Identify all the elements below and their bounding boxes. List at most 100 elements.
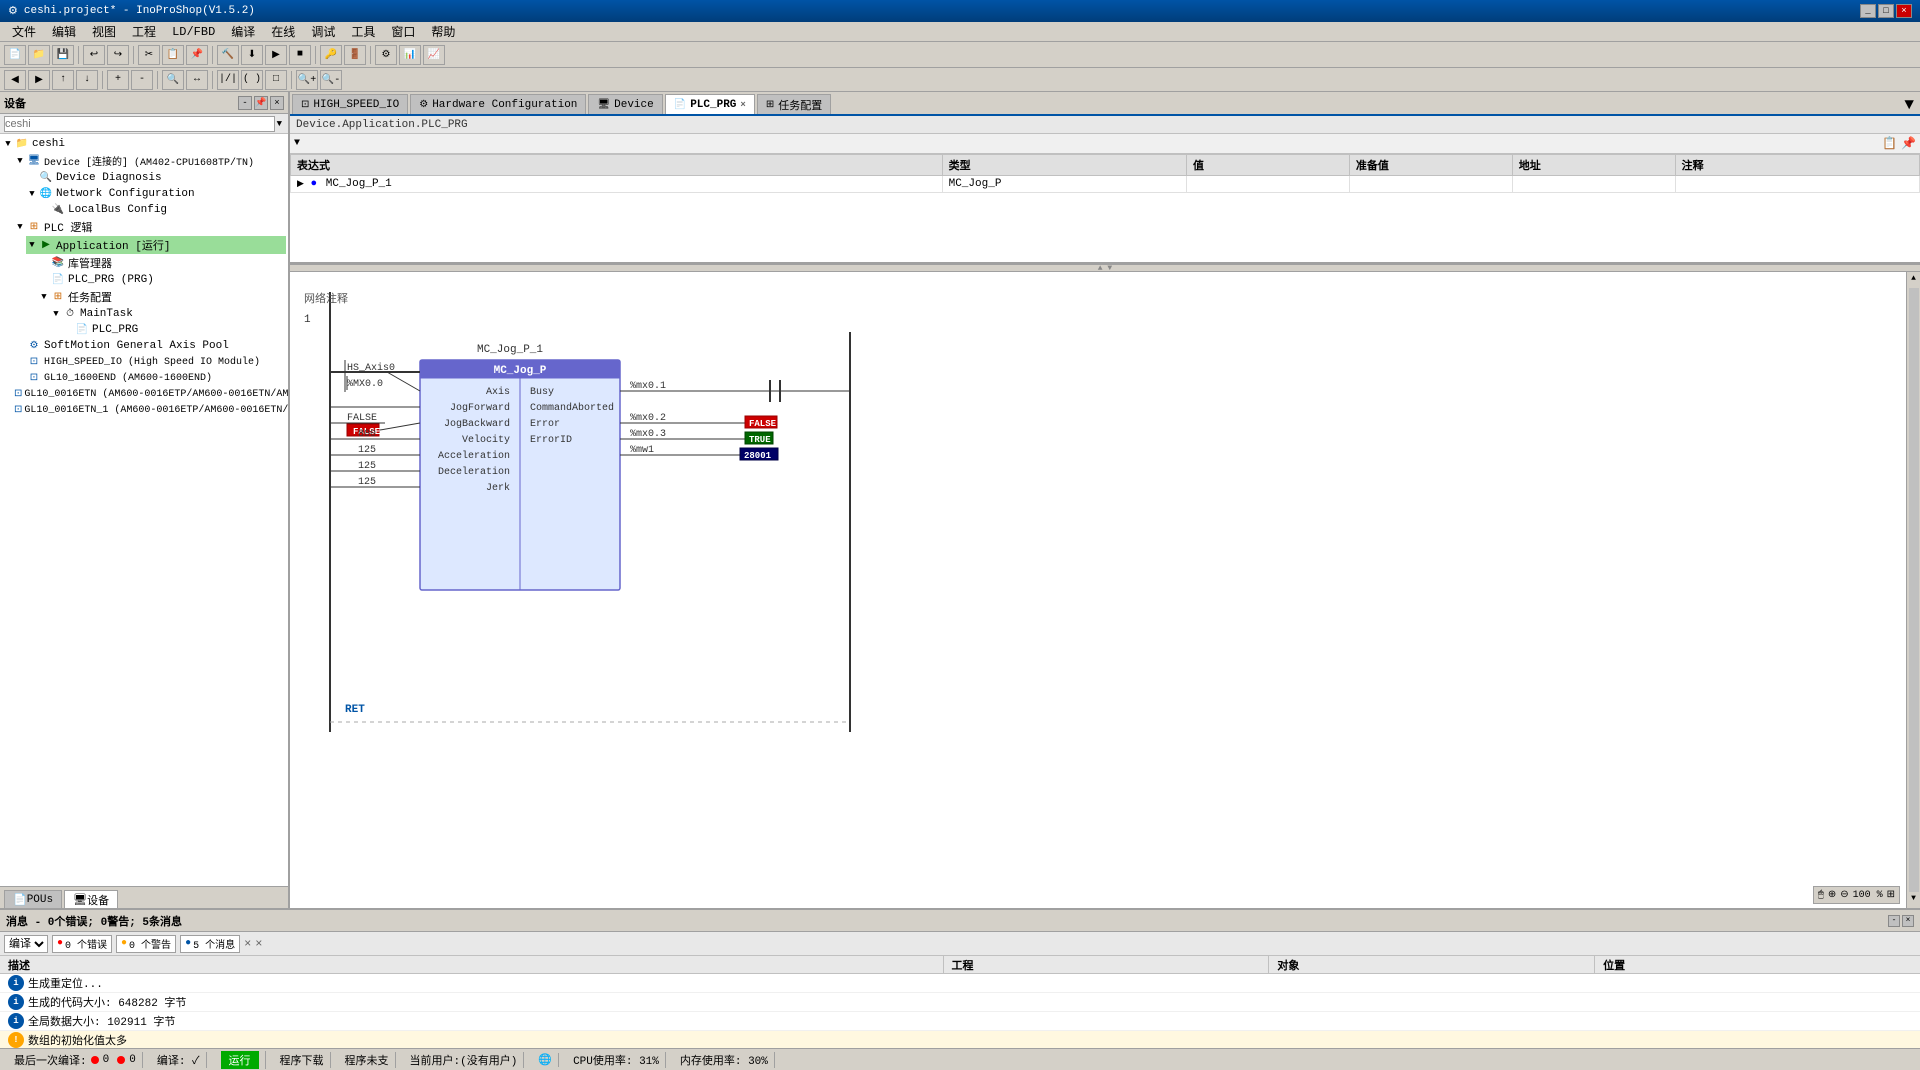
tb2-zoom-in[interactable]: 🔍+ (296, 70, 318, 90)
tree-item-diagnosis[interactable]: 🔍 Device Diagnosis (26, 170, 286, 186)
tree-item-application[interactable]: ▼ ▶ Application [运行] (26, 236, 286, 254)
zoom-icon-plus[interactable]: ⊕ (1828, 889, 1836, 901)
tree-item-highspeedio[interactable]: ⊡ HIGH_SPEED_IO (High Speed IO Module) (14, 354, 286, 370)
tree-item-root[interactable]: ▼ 📁 ceshi (2, 136, 286, 152)
search-dropdown-icon[interactable]: ▼ (275, 119, 284, 129)
tab-pous[interactable]: 📄 POUs (4, 890, 62, 908)
tab-taskconfig[interactable]: ⊞ 任务配置 (757, 94, 831, 114)
expand-icon-maintask[interactable]: ▼ (50, 309, 62, 319)
tree-item-taskconfig[interactable]: ▼ ⊞ 任务配置 (38, 288, 286, 306)
menu-online[interactable]: 在线 (263, 22, 303, 41)
tab-hwconfig[interactable]: ⚙ Hardware Configuration (410, 94, 586, 114)
tree-item-gl0016etn1[interactable]: ⊡ GL10_0016ETN_1 (AM600-0016ETP/AM600-00… (14, 402, 286, 418)
tab-highspeedio[interactable]: ⊡ HIGH_SPEED_IO (292, 94, 408, 114)
tb2-add-coil[interactable]: ( ) (241, 70, 263, 90)
tab-plcprg-close[interactable]: × (740, 100, 745, 110)
tree-item-libmgr[interactable]: 📚 库管理器 (38, 254, 286, 272)
tree-item-plcprg2[interactable]: 📄 PLC_PRG (62, 322, 286, 338)
tb2-next[interactable]: ▶ (28, 70, 50, 90)
menu-help[interactable]: 帮助 (423, 22, 463, 41)
expand-icon-app[interactable]: ▼ (26, 240, 38, 250)
menu-tools[interactable]: 工具 (343, 22, 383, 41)
tb2-zoom-out[interactable]: 🔍- (320, 70, 342, 90)
tb-paste[interactable]: 📌 (186, 45, 208, 65)
filter-clear-all-btn[interactable]: × (255, 937, 262, 951)
expand-icon-net[interactable]: ▼ (26, 189, 38, 199)
maximize-button[interactable]: □ (1878, 4, 1894, 18)
diagram-area[interactable]: 网络注释 1 MC_Jog_P_1 MC_Jog_P (290, 272, 1920, 908)
expand-icon[interactable]: ▼ (2, 139, 14, 149)
divider-handle[interactable]: ▲ ▼ (290, 264, 1920, 272)
tb-logout[interactable]: 🚪 (344, 45, 366, 65)
expand-icon-plc[interactable]: ▼ (14, 222, 26, 232)
tb-build[interactable]: 🔨 (217, 45, 239, 65)
zoom-fit[interactable]: ⊞ (1887, 889, 1895, 901)
tb-new[interactable]: 📄 (4, 45, 26, 65)
tb-monitor[interactable]: 📊 (399, 45, 421, 65)
menu-window[interactable]: 窗口 (383, 22, 423, 41)
tb2-search[interactable]: 🔍 (162, 70, 184, 90)
tb2-add-block[interactable]: □ (265, 70, 287, 90)
zoom-icon-minus[interactable]: ⊖ (1840, 889, 1848, 901)
row-expand[interactable]: ▶ (297, 179, 304, 189)
tab-device[interactable]: 🖥 Device (588, 94, 662, 114)
table-row[interactable]: ▶ ● MC_Jog_P_1 MC_Jog_P (291, 176, 1920, 193)
tb-cut[interactable]: ✂ (138, 45, 160, 65)
menu-view[interactable]: 视图 (84, 22, 124, 41)
tree-item-network[interactable]: ▼ 🌐 Network Configuration (26, 186, 286, 202)
tb-redo[interactable]: ↪ (107, 45, 129, 65)
tree-item-localbus[interactable]: 🔌 LocalBus Config (38, 202, 286, 218)
tree-item-softmotion[interactable]: ⚙ SoftMotion General Axis Pool (14, 338, 286, 354)
tb-graph[interactable]: 📈 (423, 45, 445, 65)
tb2-down[interactable]: ↓ (76, 70, 98, 90)
tab-devices[interactable]: 🖥 设备 (64, 890, 118, 908)
tb-open[interactable]: 📁 (28, 45, 50, 65)
filter-messages-badge[interactable]: ● 5 个消息 (180, 935, 240, 953)
panel-float-button[interactable]: - (238, 96, 252, 110)
filter-type-select[interactable]: 编译 (4, 935, 48, 953)
tb2-up[interactable]: ↑ (52, 70, 74, 90)
table-icon-2[interactable]: 📌 (1901, 136, 1916, 151)
menu-ldfbd[interactable]: LD/FBD (164, 22, 223, 41)
tb2-add-contact[interactable]: |/| (217, 70, 239, 90)
tb-settings[interactable]: ⚙ (375, 45, 397, 65)
panel-close-button[interactable]: × (270, 96, 284, 110)
scroll-up-button[interactable]: ▲ (1908, 274, 1920, 286)
scroll-bar-right[interactable]: ▲ ▼ (1906, 272, 1920, 908)
tb-copy[interactable]: 📋 (162, 45, 184, 65)
tab-scroll-right[interactable]: ▼ (1900, 96, 1918, 114)
tb2-prev[interactable]: ◀ (4, 70, 26, 90)
table-collapse-icon[interactable]: ▼ (294, 138, 300, 149)
tb-undo[interactable]: ↩ (83, 45, 105, 65)
tree-item-maintask[interactable]: ▼ ⏱ MainTask (50, 306, 286, 322)
menu-project[interactable]: 工程 (124, 22, 164, 41)
close-button[interactable]: × (1896, 4, 1912, 18)
menu-debug[interactable]: 调试 (303, 22, 343, 41)
tree-item-gl1600end[interactable]: ⊡ GL10_1600END (AM600-1600END) (14, 370, 286, 386)
filter-errors-badge[interactable]: ● 0 个错误 (52, 935, 112, 953)
tree-item-plcprg[interactable]: 📄 PLC_PRG (PRG) (38, 272, 286, 288)
scroll-thumb[interactable] (1909, 288, 1919, 892)
expand-icon-task[interactable]: ▼ (38, 292, 50, 302)
tb-download[interactable]: ⬇ (241, 45, 263, 65)
tree-item-device[interactable]: ▼ 🖥 Device [连接的] (AM402-CPU1608TP/TN) (14, 152, 286, 170)
tree-item-plc[interactable]: ▼ ⊞ PLC 逻辑 (14, 218, 286, 236)
table-icon-1[interactable]: 📋 (1882, 136, 1897, 151)
msg-float-btn[interactable]: - (1888, 915, 1900, 927)
menu-file[interactable]: 文件 (4, 22, 44, 41)
msg-close-btn[interactable]: × (1902, 915, 1914, 927)
tb2-replace[interactable]: ↔ (186, 70, 208, 90)
tb-login[interactable]: 🔑 (320, 45, 342, 65)
tree-item-gl0016etn[interactable]: ⊡ GL10_0016ETN (AM600-0016ETP/AM600-0016… (14, 386, 286, 402)
tab-plcprg[interactable]: 📄 PLC_PRG × (665, 94, 755, 114)
tb2-expand[interactable]: + (107, 70, 129, 90)
expand-icon-device[interactable]: ▼ (14, 156, 26, 166)
filter-clear-btn[interactable]: × (244, 937, 251, 951)
panel-pin-button[interactable]: 📌 (254, 96, 268, 110)
tb-save[interactable]: 💾 (52, 45, 74, 65)
tb-run[interactable]: ▶ (265, 45, 287, 65)
device-search-input[interactable] (4, 116, 275, 132)
minimize-button[interactable]: _ (1860, 4, 1876, 18)
tb-stop[interactable]: ■ (289, 45, 311, 65)
scroll-down-button[interactable]: ▼ (1908, 894, 1920, 906)
